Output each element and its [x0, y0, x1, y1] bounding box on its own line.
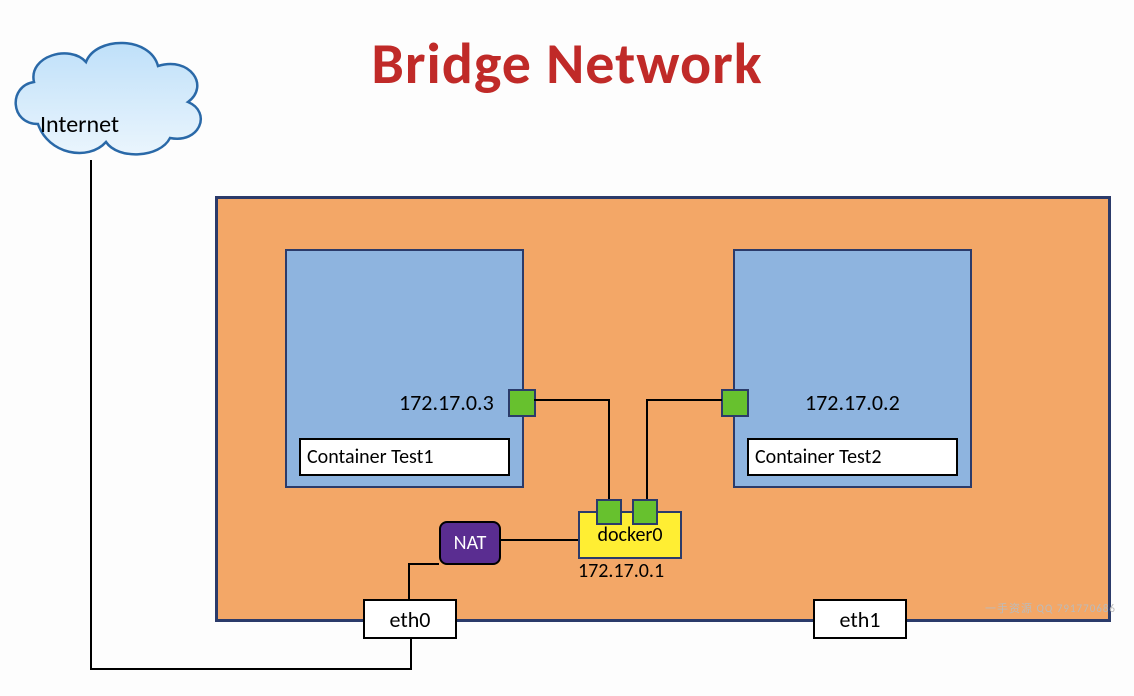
bridge-name: docker0	[597, 523, 662, 547]
host-box: 172.17.0.3 Container Test1 172.17.0.2 Co…	[215, 196, 1111, 622]
bridge-port2-icon	[632, 499, 658, 525]
link-internet-up-to-eth0	[410, 636, 412, 670]
container1-port-icon	[508, 389, 536, 417]
link-c2-h	[646, 399, 722, 401]
container-test1: 172.17.0.3 Container Test1	[285, 249, 524, 488]
eth0-label: eth0	[390, 606, 431, 633]
link-c1-v	[608, 399, 610, 499]
internet-label: Internet	[40, 110, 119, 139]
watermark-text: 一手资源 QQ 791770686	[985, 600, 1116, 616]
link-nat-eth0-h	[408, 563, 439, 565]
link-internet-horiz	[90, 668, 412, 670]
eth1-interface: eth1	[813, 599, 907, 639]
internet-cloud: Internet	[0, 26, 215, 166]
container2-name: Container Test2	[747, 438, 958, 476]
link-internet-vert	[90, 160, 92, 670]
container2-ip: 172.17.0.2	[805, 389, 900, 416]
link-bridge-nat	[499, 539, 578, 541]
docker0-bridge: docker0	[578, 511, 682, 559]
container2-port-icon	[721, 389, 749, 417]
eth1-label: eth1	[840, 606, 881, 633]
diagram-stage: Bridge Network Internet 172.17.0.3 Conta…	[0, 0, 1134, 696]
bridge-ip: 172.17.0.1	[578, 559, 664, 583]
container-test2: 172.17.0.2 Container Test2	[733, 249, 972, 488]
eth0-interface: eth0	[363, 599, 457, 639]
cloud-icon	[0, 26, 215, 166]
link-nat-eth0-v	[408, 563, 410, 599]
container1-name: Container Test1	[299, 438, 510, 476]
nat-label: NAT	[454, 531, 487, 555]
nat-box: NAT	[439, 521, 501, 565]
link-c2-v	[646, 399, 648, 499]
container1-ip: 172.17.0.3	[399, 389, 494, 416]
bridge-port1-icon	[596, 499, 622, 525]
link-c1-h	[534, 399, 610, 401]
